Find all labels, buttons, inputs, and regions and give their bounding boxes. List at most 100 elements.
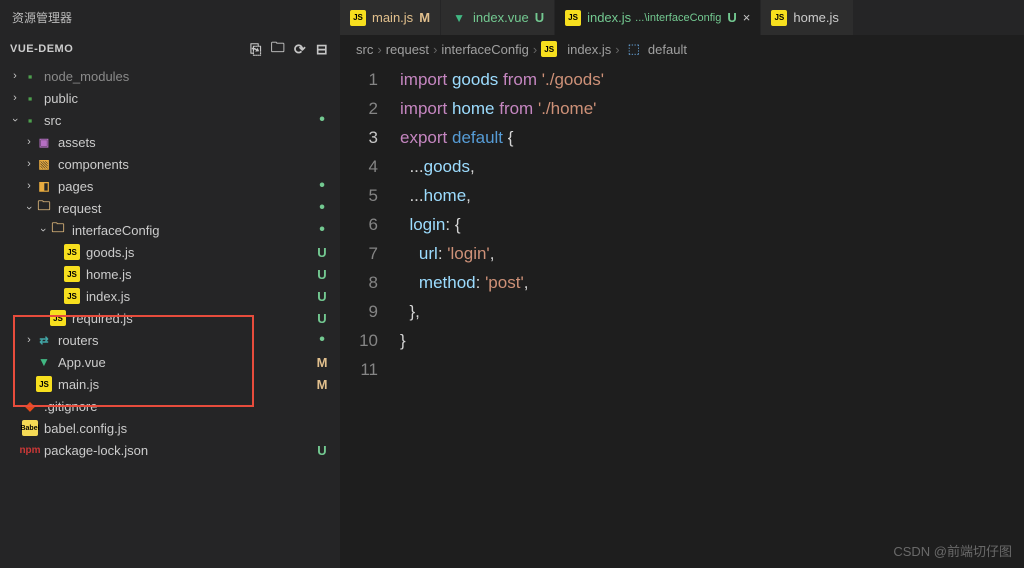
line-number: 9 [340, 297, 378, 326]
code-line[interactable]: url: 'login', [400, 239, 1024, 268]
breadcrumb-part[interactable]: interfaceConfig [441, 42, 528, 57]
tree-label: node_modules [44, 69, 330, 84]
tree-label: index.js [86, 289, 314, 304]
tree-item--gitignore[interactable]: ›◆.gitignore [0, 395, 340, 417]
js-icon: JS [50, 310, 66, 326]
code-editor[interactable]: 1234567891011 import goods from './goods… [340, 63, 1024, 568]
tree-item-components[interactable]: ›▧ components [0, 153, 340, 175]
tree-label: package-lock.json [44, 443, 314, 458]
tree-item-babel-config-js[interactable]: ›Babelbabel.config.js [0, 417, 340, 439]
chevron-icon: › [377, 42, 381, 57]
tab-home-js[interactable]: JS home.js [761, 0, 854, 35]
route-icon: ⇄ [36, 332, 52, 348]
js-icon: JS [771, 10, 787, 26]
tree-label: interfaceConfig [72, 223, 314, 238]
breadcrumb-part[interactable]: src [356, 42, 373, 57]
git-status: M [314, 377, 330, 392]
git-status: U [314, 289, 330, 304]
tree-item-pages[interactable]: ›◧pages• [0, 175, 340, 197]
breadcrumb-symbol[interactable]: default [648, 42, 687, 57]
tree-item-request[interactable]: ›🗀request• [0, 197, 340, 219]
img-icon: ▣ [36, 134, 52, 150]
js-icon: JS [64, 288, 80, 304]
refresh-icon[interactable]: ⟳ [292, 41, 308, 58]
collapse-icon[interactable]: ⊟ [314, 41, 330, 58]
folder-icon: ▪ [22, 112, 38, 128]
code-line[interactable]: login: { [400, 210, 1024, 239]
chevron-icon[interactable]: › [8, 70, 22, 82]
breadcrumb-file[interactable]: index.js [567, 42, 611, 57]
tab-label: home.js [793, 10, 839, 25]
git-status: • [314, 226, 330, 234]
tree-item-package-lock-json[interactable]: ›npmpackage-lock.jsonU [0, 439, 340, 461]
line-number: 4 [340, 152, 378, 181]
chevron-icon[interactable]: › [37, 223, 49, 237]
js-icon: JS [64, 244, 80, 260]
comp-icon: ▧ [36, 156, 52, 172]
tree-item-src[interactable]: ›▪src• [0, 109, 340, 131]
tab-suffix: ...\interfaceConfig [635, 12, 721, 24]
breadcrumb[interactable]: src›request›interfaceConfig›JSindex.js›⬚… [340, 35, 1024, 63]
code-line[interactable]: ...home, [400, 181, 1024, 210]
close-icon[interactable]: × [743, 10, 751, 25]
tab-index-js[interactable]: JSindex.js...\interfaceConfigU× [555, 0, 761, 35]
tree-item-goods-js[interactable]: ›JSgoods.jsU [0, 241, 340, 263]
chevron-icon[interactable]: › [23, 201, 35, 215]
chevron-icon[interactable]: › [22, 136, 36, 148]
tree-label: App.vue [58, 355, 314, 370]
chevron-icon[interactable]: › [8, 92, 22, 104]
js-icon: JS [64, 266, 80, 282]
tree-label: components [58, 157, 330, 172]
tab-main-js[interactable]: JSmain.jsM [340, 0, 441, 35]
new-folder-icon[interactable]: 🗀 [270, 37, 286, 61]
editor-tabs: JSmain.jsM ▼ index.vue U JS index.js ...\inter… [340, 0, 1024, 35]
code-line[interactable]: method: 'post', [400, 268, 1024, 297]
git-status: U [314, 311, 330, 326]
code-line[interactable]: } [400, 326, 1024, 355]
tab-label: index.js [587, 10, 631, 25]
code-line[interactable]: import goods from './goods' [400, 65, 1024, 94]
tree-item-index-js[interactable]: ›JSindex.jsU [0, 285, 340, 307]
folder-y-icon: 🗀 [36, 200, 52, 216]
code-line[interactable] [400, 355, 1024, 384]
code-line[interactable]: }, [400, 297, 1024, 326]
chevron-icon[interactable]: › [9, 113, 21, 127]
editor-area: src›request›interfaceConfig›JSindex.js›⬚… [340, 35, 1024, 568]
tree-item-App-vue[interactable]: ›▼App.vueM [0, 351, 340, 373]
tree-item-home-js[interactable]: ›JShome.jsU [0, 263, 340, 285]
symbol-icon: ⬚ [628, 41, 640, 57]
new-file-icon[interactable]: ⎘ [248, 41, 264, 58]
breadcrumb-part[interactable]: request [386, 42, 429, 57]
folder-y-icon: 🗀 [50, 222, 66, 238]
code-text[interactable]: import goods from './goods'import home f… [400, 65, 1024, 568]
line-number: 6 [340, 210, 378, 239]
git-icon: ◆ [22, 398, 38, 414]
sidebar: VUE-DEMO ⎘ 🗀 ⟳ ⊟ ›▪node_modules›▪public›… [0, 35, 340, 568]
tab-label: main.js [372, 10, 413, 25]
chevron-icon: › [533, 42, 537, 57]
tree-label: src [44, 113, 314, 128]
chevron-icon[interactable]: › [22, 334, 36, 346]
tree-label: required.js [72, 311, 314, 326]
tree-item-node_modules[interactable]: ›▪node_modules [0, 65, 340, 87]
code-line[interactable]: export default { [400, 123, 1024, 152]
project-header[interactable]: VUE-DEMO ⎘ 🗀 ⟳ ⊟ [0, 35, 340, 63]
vue-icon: ▼ [451, 10, 467, 26]
code-line[interactable]: import home from './home' [400, 94, 1024, 123]
tree-item-required-js[interactable]: ›JSrequired.jsU [0, 307, 340, 329]
tree-item-routers[interactable]: ›⇄routers• [0, 329, 340, 351]
code-line[interactable]: ...goods, [400, 152, 1024, 181]
chevron-icon[interactable]: › [22, 158, 36, 170]
tab-index-vue[interactable]: ▼index.vueU [441, 0, 555, 35]
line-number: 1 [340, 65, 378, 94]
tab-status: U [727, 10, 736, 25]
line-gutter: 1234567891011 [340, 65, 400, 568]
tab-label: index.vue [473, 10, 529, 25]
tree-item-assets[interactable]: ›▣assets [0, 131, 340, 153]
tree-item-main-js[interactable]: ›JSmain.jsM [0, 373, 340, 395]
tree-item-interfaceConfig[interactable]: ›🗀 interfaceConfig• [0, 219, 340, 241]
chevron-icon[interactable]: › [22, 180, 36, 192]
tree-item-public[interactable]: ›▪public [0, 87, 340, 109]
git-status: • [314, 204, 330, 212]
pages-icon: ◧ [36, 178, 52, 194]
